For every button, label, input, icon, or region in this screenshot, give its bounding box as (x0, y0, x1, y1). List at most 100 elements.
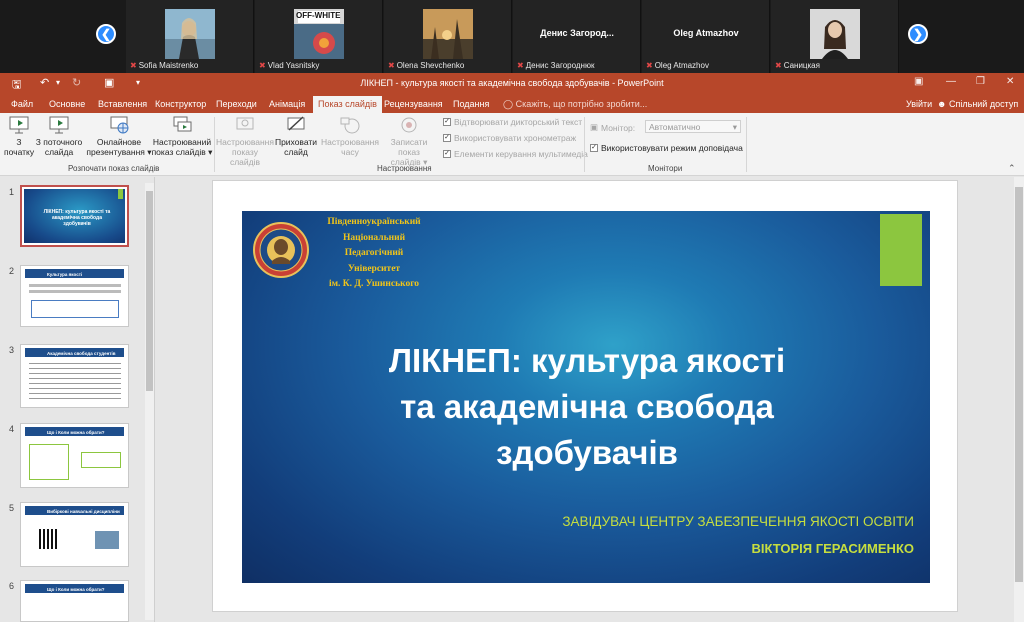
monitor-value: Автоматично (649, 122, 701, 132)
sign-in-link[interactable]: Увійти (906, 99, 932, 109)
thumbnail-number: 6 (9, 581, 15, 591)
participant-display-name: Oleg Atmazhov (673, 28, 739, 38)
slide-title-line: ЛІКНЕП: культура якості (388, 342, 786, 379)
powerpoint-window: 🖫 ↶ ▾ ↻ ▣ ▾ ЛІКНЕП - культура якості та … (0, 73, 1024, 622)
participant-photo: OFF-WHITE (294, 9, 344, 59)
custom-show-icon (173, 116, 192, 132)
monitor-label: ▣ Монітор: (590, 122, 635, 133)
participant-name: Саницкая (783, 61, 820, 70)
show-media-controls-checkbox[interactable]: ✓ Елементи керування мультимедіа (443, 149, 588, 159)
university-line: Педагогічний (344, 248, 404, 258)
tab-home[interactable]: Основне (49, 99, 85, 109)
thumbnail-slide-6[interactable]: Що і Коли можна обрати? (20, 580, 129, 622)
play-narrations-checkbox[interactable]: ✓ Відтворювати дикторський текст (443, 117, 582, 127)
university-line: Національний (342, 232, 406, 243)
hide-slide-line2: слайд (284, 147, 308, 157)
thumbnail-slide-4[interactable]: Що і Коли можна обрати? (20, 423, 129, 488)
presenter-view-checkbox[interactable]: ✓ Використовувати режим доповідача (590, 143, 743, 153)
share-label: Спільний доступ (949, 99, 1019, 109)
play-narrations-label: Відтворювати дикторський текст (454, 117, 583, 127)
slide-subtitle: ЗАВІДУВАЧ ЦЕНТРУ ЗАБЕЗПЕЧЕННЯ ЯКОСТІ ОСВ… (562, 514, 914, 529)
minimize-icon[interactable]: — (946, 76, 956, 87)
tab-slide-show[interactable]: Показ слайдів (313, 96, 382, 113)
share-button[interactable]: ☻ Спільний доступ (937, 99, 1018, 109)
custom-slide-show-button[interactable]: Настроюваний показ слайдів ▾ (150, 115, 214, 157)
thumbnail-slide-2[interactable]: Культура якості (20, 265, 129, 327)
tab-insert[interactable]: Вставлення (98, 99, 147, 109)
tab-animations[interactable]: Анімація (269, 99, 305, 109)
dropdown-icon: ▾ (208, 147, 213, 157)
thumbnail-number: 4 (9, 424, 15, 434)
maximize-icon[interactable]: ❐ (976, 76, 985, 87)
present-online-button[interactable]: Онлайнове презентування ▾ (86, 115, 152, 157)
thumbnail-title: Культура якості (47, 272, 83, 277)
thumbnail-slide-1[interactable]: ЛІКНЕП: культура якості та академічна св… (20, 185, 129, 247)
rehearse-timings-button[interactable]: Настроювання часу (321, 115, 379, 157)
tab-transitions[interactable]: Переходи (216, 99, 257, 109)
participant-tile[interactable]: OFF-WHITE ✖ Vlad Yasnitsky (255, 0, 383, 73)
group-label-start: Розпочати показ слайдів (68, 164, 160, 173)
presenter-view-label: Використовувати режим доповідача (601, 143, 743, 153)
thumbnails-scrollbar[interactable] (145, 183, 154, 620)
slide-1[interactable]: Південноукраїнський Національний Педагог… (242, 211, 930, 583)
use-timings-checkbox[interactable]: ✓ Використовувати хронометраж (443, 133, 576, 143)
collapse-ribbon-icon[interactable]: ⌃ (1008, 163, 1016, 174)
microphone-muted-icon: ✖ (388, 61, 395, 70)
participant-tile[interactable]: ✖ Olena Shevchenko (384, 0, 512, 73)
show-media-label: Елементи керування мультимедіа (454, 149, 588, 159)
set-up-show-icon (236, 117, 254, 130)
participant-name: Olena Shevchenko (396, 61, 465, 70)
tab-file[interactable]: Файл (11, 99, 33, 109)
from-beginning-line1: З (16, 137, 22, 147)
monitor-label-text: Монітор: (601, 122, 636, 133)
thumbnail-title: ЛІКНЕП: культура якості та академічна св… (43, 209, 111, 227)
ribbon: З початку З поточного слайда Онлайнове п… (0, 113, 1024, 176)
slide-author: ВІКТОРІЯ ГЕРАСИМЕНКО (751, 541, 914, 556)
participant-tile[interactable]: Денис Загород... ✖ Денис Загороднюк (513, 0, 641, 73)
close-icon[interactable]: ✕ (1006, 76, 1014, 87)
previous-page-arrow-icon[interactable]: ❮ (96, 24, 116, 44)
hide-slide-button[interactable]: Приховати слайд (274, 115, 318, 157)
hide-slide-line1: Приховати (274, 137, 318, 147)
thumbnail-number: 5 (9, 503, 15, 513)
checkbox-icon: ✓ (443, 150, 451, 158)
from-beginning-button[interactable]: З початку (4, 115, 34, 157)
lightbulb-icon: ◯ (503, 99, 514, 109)
microphone-muted-icon: ✖ (517, 61, 524, 70)
thumbnail-title: Академічна свобода студентів (47, 351, 116, 356)
group-label-monitors: Монітори (648, 164, 683, 173)
tell-me-search[interactable]: ◯ Скажіть, що потрібно зробити... (503, 99, 647, 110)
participant-tile[interactable]: ✖ Саницкая (771, 0, 899, 73)
university-name: Південноукраїнський Національний Педагог… (304, 215, 444, 293)
thumbnail-slide-3[interactable]: Академічна свобода студентів (20, 344, 129, 408)
thumbnail-slide-5[interactable]: Вибіркові навчальні дисципліни (20, 502, 129, 567)
microphone-muted-icon: ✖ (130, 61, 137, 70)
participant-photo (165, 9, 215, 59)
ribbon-display-options-icon[interactable]: ▣ (914, 76, 923, 87)
monitor-select[interactable]: Автоматично ▾ (645, 120, 741, 133)
participant-tile[interactable]: Oleg Atmazhov ✖ Oleg Atmazhov (642, 0, 770, 73)
slide-page: Південноукраїнський Національний Педагог… (212, 180, 958, 612)
microphone-muted-icon: ✖ (646, 61, 653, 70)
canvas-scrollbar[interactable] (1014, 177, 1024, 622)
rehearse-line2: часу (341, 147, 359, 157)
from-beginning-line2: початку (4, 147, 35, 157)
university-line: Південноукраїнський (327, 217, 421, 227)
tab-design[interactable]: Конструктор (155, 99, 206, 109)
tab-view[interactable]: Подання (453, 99, 489, 109)
microphone-muted-icon: ✖ (775, 61, 782, 70)
next-page-arrow-icon[interactable]: ❯ (908, 24, 928, 44)
tab-review[interactable]: Рецензування (384, 99, 443, 109)
set-up-slide-show-button[interactable]: Настроювання показу слайдів (216, 115, 274, 167)
thumbnail-number: 1 (9, 187, 15, 197)
checkbox-checked-icon: ✓ (590, 144, 598, 152)
present-online-line2: презентування (86, 147, 145, 157)
scrollbar-thumb[interactable] (146, 191, 153, 391)
scrollbar-thumb[interactable] (1015, 187, 1023, 582)
set-up-show-line1: Настроювання (216, 137, 274, 147)
record-slide-show-button[interactable]: Записати показ слайдів ▾ (379, 115, 439, 167)
participant-tile[interactable]: ✖ Sofia Maistrenko (126, 0, 254, 73)
slideshow-current-icon (49, 116, 69, 134)
from-current-slide-button[interactable]: З поточного слайда (33, 115, 85, 157)
chevron-down-icon: ▾ (732, 122, 737, 132)
